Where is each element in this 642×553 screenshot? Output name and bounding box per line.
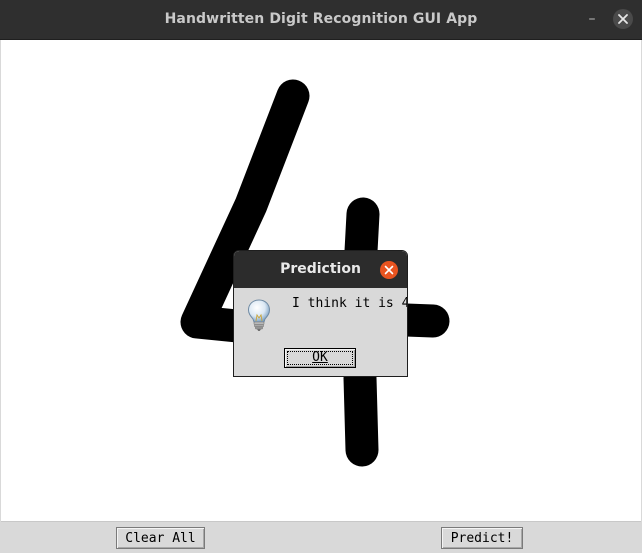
prediction-dialog: Prediction I think it is 4 OK (233, 250, 408, 377)
minimize-button[interactable]: – (582, 8, 602, 30)
predict-button[interactable]: Predict! (441, 527, 523, 549)
prediction-message: I think it is 4 (292, 296, 408, 311)
clear-all-button[interactable]: Clear All (116, 527, 205, 549)
ok-button-label: OK (312, 350, 328, 365)
dialog-close-button[interactable] (380, 261, 398, 279)
window-close-button[interactable] (613, 9, 633, 29)
ok-button[interactable]: OK (284, 348, 356, 368)
lightbulb-info-icon (247, 299, 271, 331)
dialog-body: I think it is 4 OK (234, 288, 407, 376)
app-window: Handwritten Digit Recognition GUI App – … (0, 0, 642, 553)
close-icon (618, 14, 628, 24)
bottom-toolbar: Clear All Predict! (0, 522, 642, 553)
digit-stroke-crossbar (389, 303, 450, 338)
close-icon (384, 265, 394, 275)
window-title: Handwritten Digit Recognition GUI App (164, 11, 478, 27)
window-titlebar[interactable]: Handwritten Digit Recognition GUI App – (0, 0, 642, 40)
dialog-titlebar[interactable]: Prediction (234, 251, 407, 288)
